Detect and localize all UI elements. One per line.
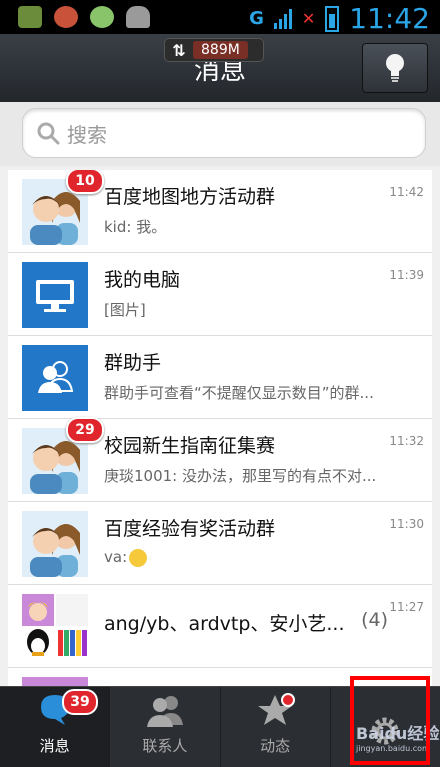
member-count: (4) xyxy=(361,609,388,631)
contacts-icon xyxy=(146,696,183,727)
network-speed-widget: ⇅ 889M xyxy=(164,38,264,62)
tab-messages[interactable]: 39 消息 xyxy=(0,687,111,767)
android-icon xyxy=(126,6,150,28)
game-icon xyxy=(54,6,78,28)
conversation-preview: va: xyxy=(104,548,394,567)
watermark-text: Baidu经验 xyxy=(356,724,440,743)
conversation-title: 百度地图地方活动群 xyxy=(104,186,276,208)
title-bar: 消息 ⇅ 889M xyxy=(0,34,440,103)
network-type: G xyxy=(249,8,264,29)
battery-icon xyxy=(325,5,340,32)
tab-label: 动态 xyxy=(260,737,291,755)
conversation-item[interactable]: ang/yb、ardvtp、安小艺... (4) 11:27 xyxy=(8,585,432,668)
rabbit-app-icon xyxy=(90,6,114,28)
conversation-item[interactable]: 10 百度地图地方活动群 kid: 我。 11:42 xyxy=(8,170,432,253)
bulb-icon xyxy=(386,54,404,82)
group-helper-avatar xyxy=(22,345,88,411)
conversation-title: 校园新生指南征集赛 xyxy=(104,435,276,457)
search-bar: 搜索 xyxy=(0,102,440,166)
unread-badge: 10 xyxy=(66,170,104,194)
thinking-emoji-icon xyxy=(129,548,148,567)
conversation-time: 11:27 xyxy=(389,600,424,614)
multi-avatar xyxy=(22,594,88,660)
baidu-watermark: Baidu经验 jingyan.baidu.com xyxy=(356,720,439,753)
transfer-arrows-icon: ⇅ xyxy=(172,40,186,60)
couple-avatar xyxy=(22,511,88,577)
screen: G ✕ 11:42 消息 ⇅ 889M 搜索 10 百度地图地方活动群 kid:… xyxy=(0,0,440,767)
tab-label: 联系人 xyxy=(142,737,188,755)
no-signal-icon: ✕ xyxy=(301,9,316,28)
conversation-title: ang/yb、ardvtp、安小艺... xyxy=(104,613,344,635)
bulb-button[interactable] xyxy=(362,43,428,93)
conversation-item[interactable]: 我的电脑 [图片] 11:39 xyxy=(8,253,432,336)
conversation-time: 11:32 xyxy=(389,434,424,448)
multi-avatar xyxy=(22,677,88,686)
watermark-url: jingyan.baidu.com xyxy=(356,744,430,753)
conversation-list[interactable]: 10 百度地图地方活动群 kid: 我。 11:42 我的电脑 [图片] 11:… xyxy=(8,170,432,686)
tab-contacts[interactable]: 联系人 xyxy=(110,687,221,767)
notification-icons xyxy=(18,6,150,28)
tab-label: 消息 xyxy=(39,737,70,755)
search-placeholder: 搜索 xyxy=(67,122,107,147)
signal-icon xyxy=(273,8,292,29)
search-input[interactable]: 搜索 xyxy=(22,108,426,158)
conversation-time: 11:39 xyxy=(389,268,424,282)
conversation-preview: 群助手可查看“不提醒仅显示数目”的群... xyxy=(104,384,374,402)
conversation-time: 11:30 xyxy=(389,517,424,531)
conversation-preview: 庚琰1001: 没办法，那里写的有点不对... xyxy=(104,467,377,485)
clock: 11:42 xyxy=(349,2,430,35)
conversation-title: 百度经验有奖活动群 xyxy=(104,518,276,540)
tab-moments[interactable]: 动态 xyxy=(221,687,331,767)
preview-text: va: xyxy=(104,548,128,566)
status-bar: G ✕ 11:42 xyxy=(0,0,440,35)
search-icon xyxy=(37,122,60,145)
computer-avatar xyxy=(22,262,88,328)
conversation-title: 我的电脑 xyxy=(104,269,181,291)
conversation-item[interactable]: 29 校园新生指南征集赛 庚琰1001: 没办法，那里写的有点不对... 11:… xyxy=(8,417,432,502)
tab-new-dot xyxy=(280,693,295,707)
conversation-item[interactable]: 百度经验有奖活动群 va: 11:30 xyxy=(8,502,432,585)
gallery-icon xyxy=(18,6,42,28)
conversation-time: 11:42 xyxy=(389,185,424,199)
conversation-preview: [图片] xyxy=(104,301,146,319)
unread-badge: 29 xyxy=(66,417,104,443)
conversation-item-partial[interactable] xyxy=(8,668,432,686)
memory-readout: 889M xyxy=(193,41,248,59)
conversation-preview: kid: 我。 xyxy=(104,218,167,236)
tab-badge: 39 xyxy=(62,689,98,715)
conversation-item[interactable]: 群助手 群助手可查看“不提醒仅显示数目”的群... xyxy=(8,336,432,419)
conversation-title: 群助手 xyxy=(104,352,162,374)
